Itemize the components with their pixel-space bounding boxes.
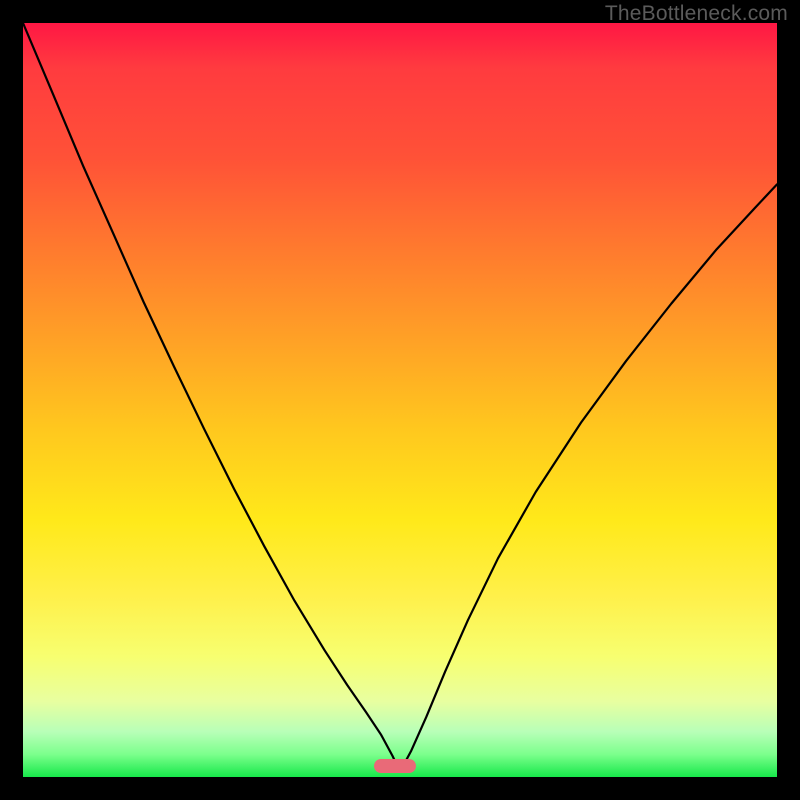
bottleneck-curve	[23, 23, 777, 777]
optimum-marker	[374, 759, 416, 773]
chart-frame: TheBottleneck.com	[0, 0, 800, 800]
plot-area	[23, 23, 777, 777]
watermark-text: TheBottleneck.com	[605, 2, 788, 26]
curve-path	[23, 23, 777, 772]
